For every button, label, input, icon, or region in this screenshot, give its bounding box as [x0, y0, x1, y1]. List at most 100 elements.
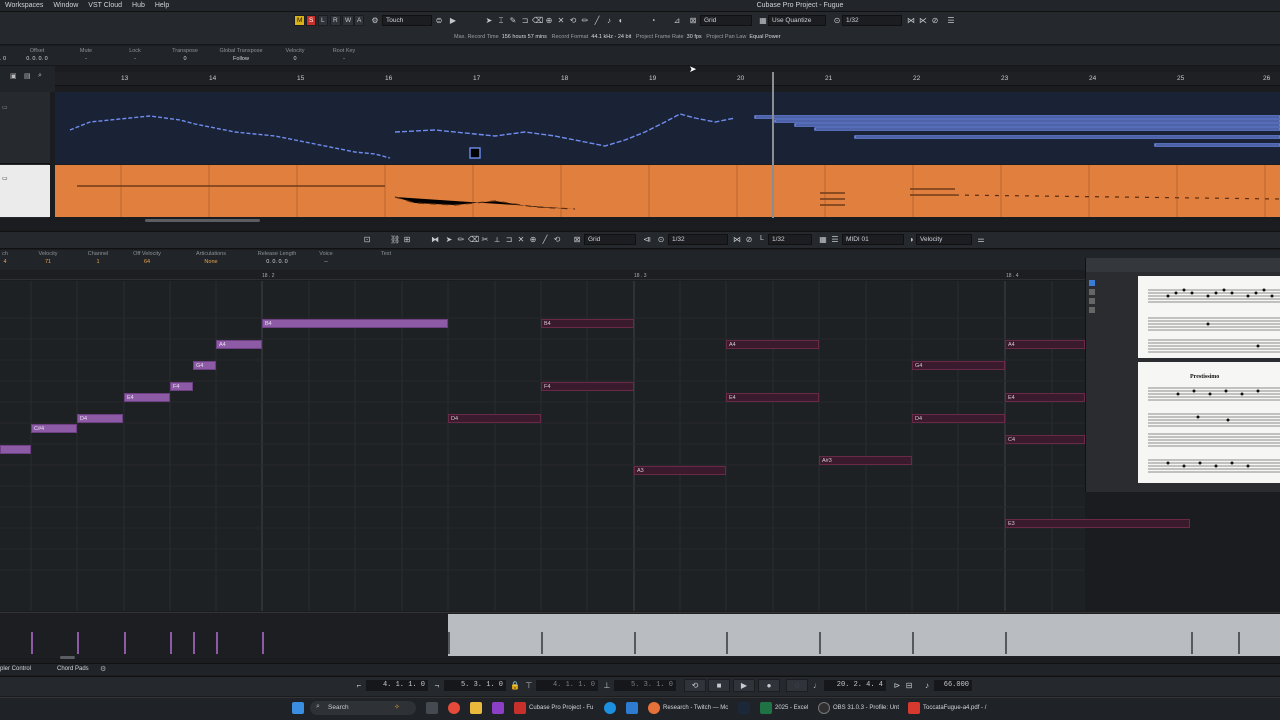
zoom-tool-icon[interactable]: ⊕ [544, 15, 554, 26]
window-layout-icon[interactable]: ☰ [946, 15, 956, 26]
midi-channel-dropdown[interactable]: MIDI 01 [842, 234, 904, 245]
firefox-icon[interactable] [648, 702, 660, 714]
range-tool-icon[interactable]: ⌶ [496, 15, 506, 26]
punch-out-field[interactable]: 5. 3. 1. 0 [614, 680, 676, 691]
taskbar-firefox[interactable]: Research - Twitch — Mc [663, 700, 728, 717]
midi-note[interactable]: D4 [77, 414, 123, 423]
pdf-tool-select-icon[interactable] [1089, 280, 1095, 286]
project-cursor[interactable] [772, 72, 774, 218]
info-offset[interactable]: Offset 0. 0. 0. 0 [18, 48, 56, 64]
play-button[interactable]: ▶ [733, 679, 755, 692]
outlook-icon[interactable] [626, 702, 638, 714]
snap-toggle-icon[interactable]: ⊿ [672, 15, 682, 26]
info-root-key[interactable]: Root Key - [324, 48, 364, 64]
midi-note[interactable]: E4 [726, 393, 819, 402]
iterative-quantize-icon[interactable]: ⋉ [918, 15, 928, 26]
play-tool-icon[interactable]: ♪ [604, 15, 614, 26]
info-lock[interactable]: Lock - [115, 48, 155, 64]
velocity-stem[interactable] [77, 632, 79, 654]
einfo-pitch[interactable]: ch 4 [0, 251, 10, 267]
velocity-stem[interactable] [634, 632, 636, 654]
editor-quantize-panel-icon[interactable]: ⊘ [744, 234, 754, 245]
menu-help[interactable]: Help [150, 0, 174, 12]
pdf-tool-pen-icon[interactable] [1089, 298, 1095, 304]
object-select-icon[interactable]: ➤ [484, 15, 494, 26]
info-mute[interactable]: Mute - [66, 48, 106, 64]
task-view-icon[interactable] [426, 702, 438, 714]
track-header-midi-1[interactable]: ▭ [0, 92, 50, 164]
nudge-palette-icon[interactable]: ◔ [648, 15, 658, 26]
editor-ruler[interactable] [0, 270, 1085, 280]
info-transpose[interactable]: Transpose 0 [165, 48, 205, 64]
editor-solo-icon[interactable]: ⊡ [362, 234, 372, 245]
einfo-release-length[interactable]: Release Length 0. 0. 0. 0 [254, 251, 300, 267]
line-tool-icon[interactable]: ╱ [592, 15, 602, 26]
cubase-icon[interactable] [514, 702, 526, 714]
right-locator-icon[interactable]: ¬ [432, 680, 442, 691]
editor-snap-type-dropdown[interactable]: Grid [584, 234, 636, 245]
editor-timewarp-icon[interactable]: ⟲ [552, 234, 562, 245]
midi-note[interactable]: G4 [193, 361, 216, 370]
editor-trim-icon[interactable]: ✂ [480, 234, 490, 245]
record-button[interactable]: ● [758, 679, 780, 692]
midi-note[interactable]: A#3 [819, 456, 912, 465]
velocity-stem[interactable] [726, 632, 728, 654]
editor-draw-icon[interactable]: ✏ [456, 234, 466, 245]
editor-glue-icon[interactable]: ⊐ [504, 234, 514, 245]
tab-chord-pads[interactable]: Chord Pads [57, 666, 89, 672]
taskbar-excel[interactable]: 2025 - Excel [775, 700, 808, 717]
listen-state-button[interactable]: L [318, 15, 328, 26]
pdf-tool-zoom-icon[interactable] [1089, 289, 1095, 295]
metronome-button[interactable]: ◌ [786, 679, 808, 692]
velocity-stem[interactable] [819, 632, 821, 654]
steam-icon[interactable] [738, 702, 750, 714]
punch-out-icon[interactable]: ⊥ [602, 680, 612, 691]
editor-layout-icon[interactable]: ⊞ [402, 234, 412, 245]
menu-window[interactable]: Window [48, 0, 83, 12]
midi-note[interactable]: F4 [170, 382, 193, 391]
editor-erase-icon[interactable]: ⌫ [468, 234, 479, 245]
midi-note[interactable]: D4 [912, 414, 1005, 423]
velocity-stem[interactable] [170, 632, 172, 654]
taskbar-pdf[interactable]: ToccataFugue-a4.pdf - / [923, 700, 986, 717]
editor-line-icon[interactable]: ╱ [540, 234, 550, 245]
color-tool-icon[interactable]: ◐ [616, 15, 626, 26]
audition-button[interactable]: A [354, 15, 365, 26]
midi-note[interactable]: D4 [448, 414, 541, 423]
project-ruler[interactable] [55, 72, 1280, 86]
controller-lane-dropdown[interactable]: Velocity [916, 234, 972, 245]
editor-info-icon[interactable]: ⧓ [430, 234, 440, 245]
solo-state-button[interactable]: S [306, 15, 317, 26]
midi-note[interactable]: C4 [1005, 435, 1085, 444]
punch-in-field[interactable]: 4. 1. 1. 0 [536, 680, 598, 691]
velocity-stem[interactable] [124, 632, 126, 654]
midi-note[interactable]: F4 [541, 382, 634, 391]
info-global-transpose[interactable]: Global Transpose Follow [214, 48, 268, 64]
quantize-value-dropdown[interactable]: 1/32 [842, 15, 902, 26]
velocity-stem[interactable] [541, 632, 543, 654]
pdf-score-viewer[interactable]: Prestissimo [1085, 258, 1280, 492]
info-velocity[interactable]: Velocity 0 [275, 48, 315, 64]
einfo-text[interactable]: Text [360, 251, 412, 267]
editor-quantize-dropdown[interactable]: 1/32 [668, 234, 728, 245]
einfo-articulations[interactable]: Articulations None [188, 251, 234, 267]
lock-icon[interactable]: 🔒 [510, 680, 520, 691]
mute-tool-icon[interactable]: ✕ [556, 15, 566, 26]
edge-icon[interactable] [604, 702, 616, 714]
time-warp-icon[interactable]: ⟲ [568, 15, 578, 26]
horizontal-scrollbar[interactable] [145, 219, 260, 222]
editor-settings-icon[interactable]: ⚌ [976, 234, 986, 245]
pdf-reader-icon[interactable] [908, 702, 920, 714]
velocity-stem[interactable] [193, 632, 195, 654]
midi-note[interactable]: A4 [216, 340, 262, 349]
position-display[interactable]: 20. 2. 4. 4 [824, 680, 886, 691]
velocity-stem[interactable] [1238, 632, 1240, 654]
taskbar-search-box[interactable]: ⌕ Search ✧ [310, 701, 416, 715]
key-editor-note-grid[interactable] [0, 281, 1085, 611]
velocity-stem[interactable] [448, 632, 450, 654]
menu-workspaces[interactable]: Workspaces [0, 0, 48, 12]
split-tool-icon[interactable]: ✎ [508, 15, 518, 26]
tempo-track-icon[interactable]: ⊟ [904, 680, 914, 691]
track-type-icon[interactable]: ▣ [10, 72, 17, 80]
app-icon[interactable] [492, 702, 504, 714]
